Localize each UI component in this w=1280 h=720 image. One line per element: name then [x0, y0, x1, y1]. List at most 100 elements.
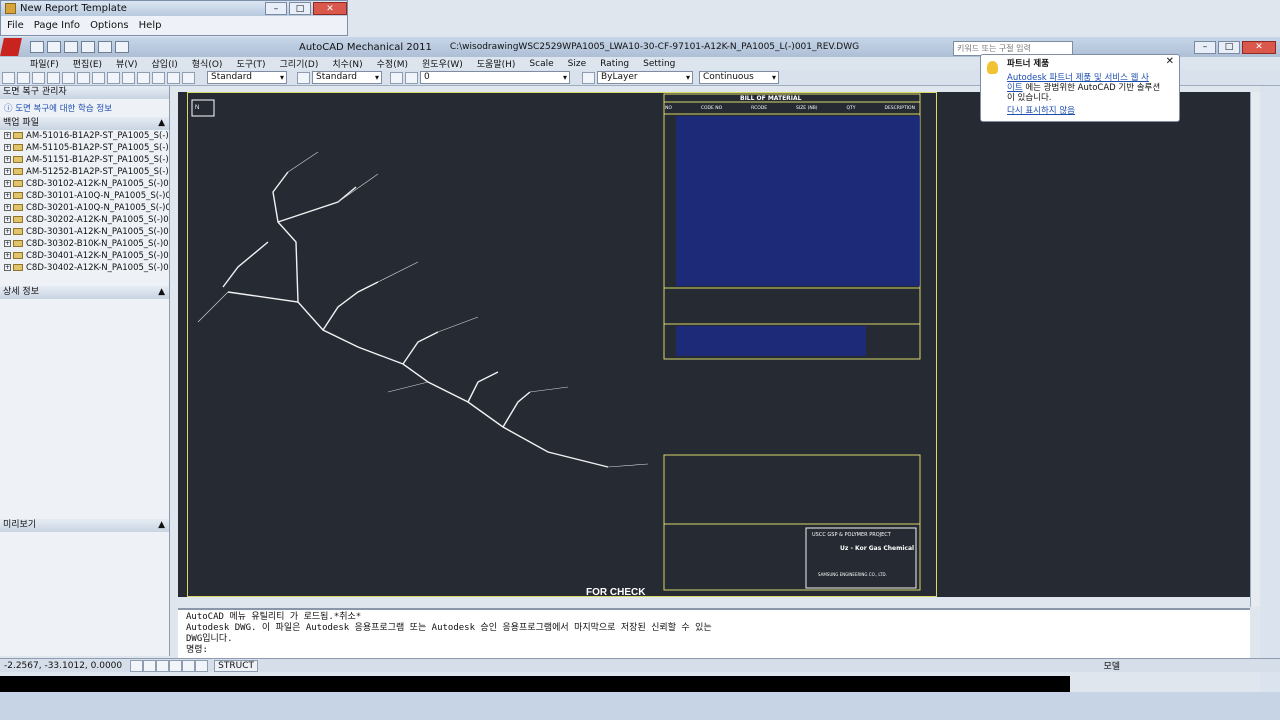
- expand-icon[interactable]: +: [4, 252, 11, 259]
- balloon-close-icon[interactable]: ✕: [1166, 57, 1174, 67]
- text-style-select[interactable]: Standard: [207, 71, 287, 84]
- menu-setting[interactable]: Setting: [643, 59, 675, 69]
- backup-file-item[interactable]: + C8D-30302-B10K-N_PA1005_S(-)0: [0, 238, 169, 250]
- detail-header[interactable]: 상세 정보 ▲: [0, 286, 169, 299]
- backup-file-item[interactable]: + AM-51016-B1A2P-ST_PA1005_S(-)0: [0, 130, 169, 142]
- menu-modify[interactable]: 수정(M): [377, 57, 408, 70]
- menu-scale[interactable]: Scale: [529, 59, 553, 69]
- layer-icon[interactable]: [390, 71, 403, 84]
- toolbar-zoom-window-icon[interactable]: [167, 71, 180, 84]
- toolbar-cut-icon[interactable]: [77, 71, 90, 84]
- expand-icon[interactable]: +: [4, 228, 11, 235]
- collapse-icon[interactable]: ▲: [158, 286, 165, 299]
- layer-state-icon[interactable]: [405, 71, 418, 84]
- dim-style-select[interactable]: Standard: [312, 71, 382, 84]
- grid-icon[interactable]: [143, 659, 157, 672]
- backup-file-item[interactable]: + C8D-30402-A12K-N_PA1005_S(-)0: [0, 262, 169, 274]
- toolbar-preview-icon[interactable]: [62, 71, 75, 84]
- snap-icon[interactable]: [130, 659, 144, 672]
- toolbar-paste-icon[interactable]: [107, 71, 120, 84]
- collapse-icon[interactable]: ▲: [158, 519, 165, 532]
- open-icon[interactable]: [47, 41, 61, 53]
- linetype-select[interactable]: Continuous: [699, 71, 779, 84]
- backup-file-item[interactable]: + C8D-30202-A12K-N_PA1005_S(-)0: [0, 214, 169, 226]
- menu-tools[interactable]: 도구(T): [236, 57, 265, 70]
- toolbar-save-icon[interactable]: [32, 71, 45, 84]
- menu-draw[interactable]: 그리기(D): [280, 57, 319, 70]
- backup-file-item[interactable]: + AM-51151-B1A2P-ST_PA1005_S(-)0: [0, 154, 169, 166]
- toolbar-open-icon[interactable]: [17, 71, 30, 84]
- toolbar-pan-icon[interactable]: [137, 71, 150, 84]
- app-close-icon[interactable]: ✕: [1242, 40, 1276, 54]
- vertical-scrollbar[interactable]: [1250, 92, 1260, 607]
- app-minimize-icon[interactable]: –: [1194, 40, 1216, 54]
- backup-files-header[interactable]: 백업 파일 ▲: [0, 117, 169, 130]
- menu-insert[interactable]: 삽입(I): [152, 57, 178, 70]
- toolbar-properties-icon[interactable]: [182, 71, 195, 84]
- expand-icon[interactable]: +: [4, 192, 11, 199]
- expand-icon[interactable]: +: [4, 144, 11, 151]
- model-tab[interactable]: 모델: [1103, 659, 1120, 672]
- backup-file-item[interactable]: + C8D-30101-A10Q-N_PA1005_S(-)0: [0, 190, 169, 202]
- partner-link-cont[interactable]: 이트: [1007, 83, 1023, 93]
- menu-edit[interactable]: 편집(E): [73, 57, 102, 70]
- dismiss-link[interactable]: 다시 표시하지 않음: [1007, 106, 1075, 116]
- recovery-info-link[interactable]: ⓘ 도면 복구에 대한 학습 정보: [0, 99, 169, 117]
- close-icon[interactable]: ✕: [313, 2, 347, 15]
- ortho-icon[interactable]: [156, 659, 170, 672]
- expand-icon[interactable]: +: [4, 156, 11, 163]
- menu-dimension[interactable]: 치수(N): [332, 57, 362, 70]
- report-menu-pageinfo[interactable]: Page Info: [34, 20, 80, 31]
- command-window[interactable]: AutoCAD 메뉴 유틸리티 가 로드됨.*취소* Autodesk DWG.…: [178, 608, 1250, 658]
- menu-window[interactable]: 윈도우(W): [422, 57, 463, 70]
- save-icon[interactable]: [64, 41, 78, 53]
- backup-file-item[interactable]: + C8D-30401-A12K-N_PA1005_S(-)0: [0, 250, 169, 262]
- menu-view[interactable]: 뷰(V): [116, 57, 137, 70]
- osnap-icon[interactable]: [182, 659, 196, 672]
- expand-icon[interactable]: +: [4, 216, 11, 223]
- expand-icon[interactable]: +: [4, 168, 11, 175]
- expand-icon[interactable]: +: [4, 240, 11, 247]
- expand-icon[interactable]: +: [4, 204, 11, 211]
- toolbar-plot-icon[interactable]: [47, 71, 60, 84]
- maximize-icon[interactable]: □: [289, 2, 311, 15]
- menu-file[interactable]: 파일(F): [30, 57, 59, 70]
- partner-link[interactable]: Autodesk 파트너 제품 및 서비스 웹 사: [1007, 73, 1149, 83]
- menu-rating[interactable]: Rating: [600, 59, 629, 69]
- backup-file-item[interactable]: + C8D-30102-A12K-N_PA1005_S(-)0: [0, 178, 169, 190]
- report-menu-help[interactable]: Help: [139, 20, 162, 31]
- new-icon[interactable]: [30, 41, 44, 53]
- backup-file-item[interactable]: + AM-51252-B1A2P-ST_PA1005_S(-)0: [0, 166, 169, 178]
- backup-file-item[interactable]: + C8D-30201-A10Q-N_PA1005_S(-)0: [0, 202, 169, 214]
- dim-style-icon[interactable]: [297, 71, 310, 84]
- toolbar-zoom-icon[interactable]: [152, 71, 165, 84]
- expand-icon[interactable]: +: [4, 264, 11, 271]
- undo-icon[interactable]: [98, 41, 112, 53]
- toolbar-undo-icon[interactable]: [122, 71, 135, 84]
- toolbar-new-icon[interactable]: [2, 71, 15, 84]
- toolbar-copy-icon[interactable]: [92, 71, 105, 84]
- command-prompt[interactable]: 명령:: [186, 645, 1242, 656]
- minimize-icon[interactable]: –: [265, 2, 287, 15]
- report-menu-file[interactable]: File: [7, 20, 24, 31]
- report-menu-options[interactable]: Options: [90, 20, 129, 31]
- backup-file-item[interactable]: + C8D-30301-A12K-N_PA1005_S(-)0: [0, 226, 169, 238]
- app-maximize-icon[interactable]: □: [1218, 40, 1240, 54]
- print-icon[interactable]: [81, 41, 95, 53]
- preview-header[interactable]: 미리보기 ▲: [0, 519, 169, 532]
- otrack-icon[interactable]: [195, 659, 209, 672]
- color-select[interactable]: ByLayer: [597, 71, 693, 84]
- backup-file-item[interactable]: + AM-51105-B1A2P-ST_PA1005_S(-)0: [0, 142, 169, 154]
- struct-toggle[interactable]: STRUCT: [214, 659, 258, 672]
- redo-icon[interactable]: [115, 41, 129, 53]
- autocad-logo-icon[interactable]: [0, 38, 22, 56]
- expand-icon[interactable]: +: [4, 132, 11, 139]
- menu-size[interactable]: Size: [568, 59, 586, 69]
- collapse-icon[interactable]: ▲: [158, 117, 165, 130]
- menu-format[interactable]: 형식(O): [192, 57, 223, 70]
- polar-icon[interactable]: [169, 659, 183, 672]
- expand-icon[interactable]: +: [4, 180, 11, 187]
- color-icon[interactable]: [582, 71, 595, 84]
- menu-help[interactable]: 도움말(H): [477, 57, 516, 70]
- layer-select[interactable]: 0: [420, 71, 570, 84]
